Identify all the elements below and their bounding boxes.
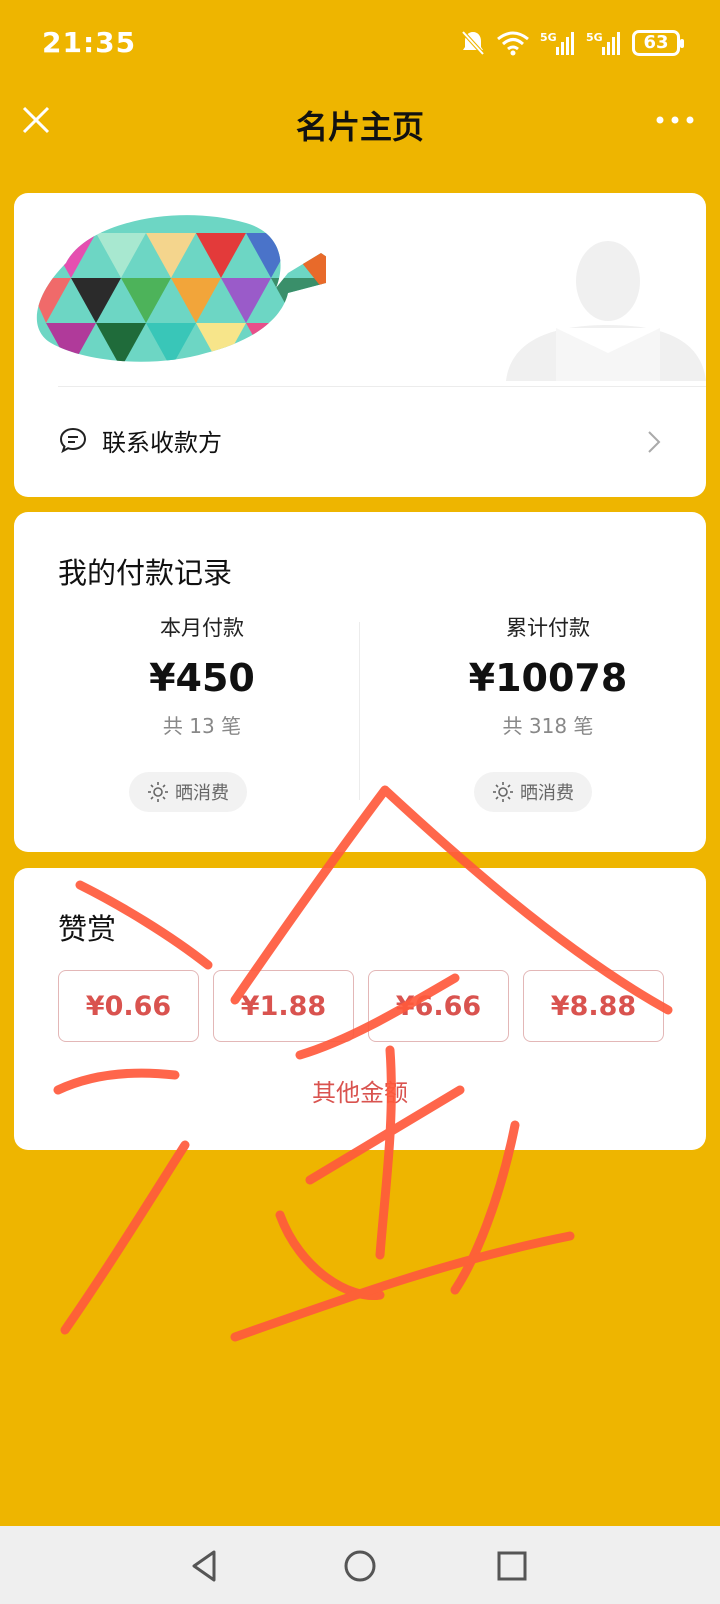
signal-5g-icon: 5G: [540, 31, 574, 55]
recents-square-icon[interactable]: [494, 1548, 530, 1584]
system-nav-bar: [0, 1526, 720, 1604]
reward-amount-button[interactable]: ¥8.88: [523, 970, 664, 1042]
chat-bubble-icon: [59, 427, 87, 454]
signal-5g-icon-2: 5G: [586, 31, 620, 55]
month-payment-count: 共 13 笔: [162, 714, 242, 738]
home-circle-icon[interactable]: [342, 1548, 378, 1584]
more-icon[interactable]: [654, 108, 696, 132]
contact-payee-label: 联系收款方: [102, 429, 222, 457]
chevron-right-icon: [648, 431, 661, 453]
back-triangle-icon[interactable]: [186, 1548, 222, 1584]
reward-title: 赞赏: [58, 912, 117, 946]
share-month-button[interactable]: 晒消费: [129, 772, 247, 812]
reward-card: 赞赏 ¥0.66 ¥1.88 ¥6.66 ¥8.88 其他金额: [14, 868, 706, 1150]
status-bar: 21:35 5G 5G 63: [0, 0, 720, 88]
wifi-icon: [497, 31, 529, 56]
reward-amount-button[interactable]: ¥1.88: [213, 970, 354, 1042]
divider: [58, 386, 706, 387]
status-time: 21:35: [42, 26, 137, 59]
records-title: 我的付款记录: [58, 556, 233, 590]
mute-bell-icon: [461, 30, 485, 56]
battery-indicator: 63: [632, 30, 684, 56]
status-icons: 5G 5G 63: [460, 26, 684, 60]
payment-records-card: 我的付款记录 本月付款 ¥450 共 13 笔 累计付款 ¥10078 共 31…: [14, 512, 706, 852]
page-title: 名片主页: [295, 108, 424, 146]
reward-amount-button[interactable]: ¥0.66: [58, 970, 199, 1042]
nav-bar: 名片主页: [0, 88, 720, 156]
share-month-label: 晒消费: [175, 783, 229, 804]
avatar: [506, 241, 706, 381]
contact-payee-row[interactable]: 联系收款方: [14, 411, 706, 475]
month-payment-label: 本月付款: [160, 616, 244, 640]
sun-icon: [493, 782, 513, 802]
reward-amount-button[interactable]: ¥6.66: [368, 970, 509, 1042]
sun-icon: [148, 782, 168, 802]
reward-amount-row: ¥0.66 ¥1.88 ¥6.66 ¥8.88: [58, 970, 664, 1042]
svg-text:5G: 5G: [540, 31, 557, 44]
share-total-button[interactable]: 晒消费: [474, 772, 592, 812]
profile-card: 联系收款方: [14, 193, 706, 497]
total-payment-label: 累计付款: [506, 616, 590, 640]
total-payment-count: 共 318 笔: [502, 714, 594, 738]
svg-text:5G: 5G: [586, 31, 603, 44]
total-payment-amount: ¥10078: [468, 656, 628, 700]
share-total-label: 晒消费: [520, 783, 574, 804]
stats-divider: [359, 622, 360, 800]
mosaic-logo-image: [36, 215, 326, 362]
month-payment-amount: ¥450: [149, 656, 255, 700]
month-payment-stat: 本月付款 ¥450 共 13 笔: [52, 612, 352, 739]
total-payment-stat: 累计付款 ¥10078 共 318 笔: [398, 612, 698, 739]
other-amount-link[interactable]: 其他金额: [14, 1073, 706, 1108]
